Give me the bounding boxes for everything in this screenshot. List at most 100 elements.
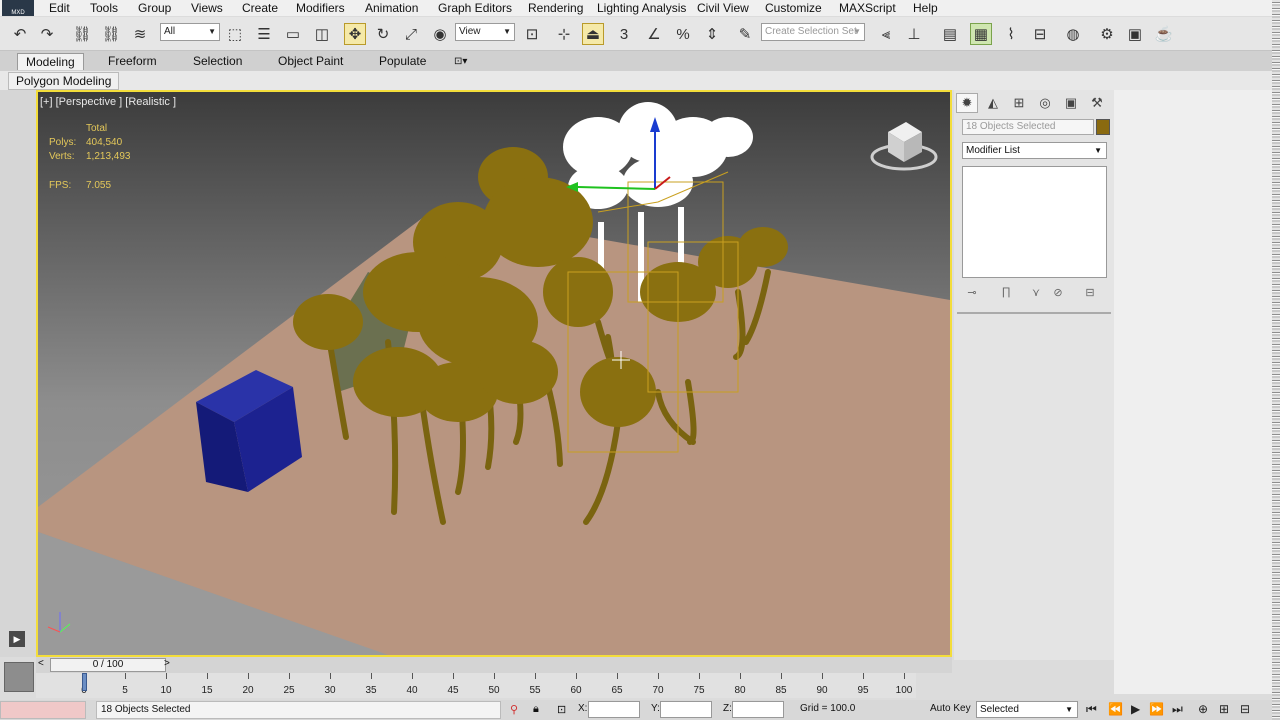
x-coordinate-field[interactable] bbox=[588, 701, 640, 718]
select-by-name-icon[interactable]: ☰ bbox=[253, 23, 275, 45]
object-name-field[interactable]: 18 Objects Selected bbox=[962, 119, 1094, 135]
selection-lock-icon[interactable]: 🔒︎ bbox=[533, 703, 539, 716]
select-and-scale-icon[interactable]: ⤢ bbox=[400, 23, 422, 45]
go-to-end-icon[interactable]: ⏭ bbox=[1172, 702, 1183, 717]
edit-named-selection-icon[interactable]: ✎ bbox=[734, 23, 756, 45]
track-bar[interactable]: 0510152025303540455055606570758085909510… bbox=[36, 673, 916, 698]
menu-edit[interactable]: Edit bbox=[49, 1, 70, 15]
maxscript-listener[interactable] bbox=[0, 701, 86, 719]
remove-modifier-icon[interactable]: ⊘ bbox=[1050, 284, 1066, 300]
select-object-icon[interactable]: ⬚ bbox=[224, 23, 246, 45]
motion-tab-icon[interactable]: ◎ bbox=[1034, 93, 1056, 113]
time-slider-next-icon[interactable]: > bbox=[164, 658, 170, 669]
percent-snap-icon[interactable]: % bbox=[672, 23, 694, 45]
select-and-move-icon[interactable]: ✥ bbox=[344, 23, 366, 45]
go-to-start-icon[interactable]: ⏮ bbox=[1086, 702, 1097, 717]
menu-group[interactable]: Group bbox=[138, 1, 171, 15]
menu-maxscript[interactable]: MAXScript bbox=[839, 1, 896, 15]
menu-lighting-analysis[interactable]: Lighting Analysis bbox=[597, 1, 686, 15]
snaps-toggle-icon[interactable]: 3 bbox=[613, 23, 635, 45]
rectangular-selection-icon[interactable]: ▭ bbox=[282, 23, 304, 45]
zoom-extents-icon[interactable]: ⊟ bbox=[1240, 702, 1250, 716]
play-triangle-icon[interactable]: ▶ bbox=[9, 631, 25, 647]
mirror-icon[interactable]: ⫷ bbox=[875, 23, 897, 45]
tab-populate[interactable]: Populate bbox=[371, 53, 434, 70]
bind-space-warp-icon[interactable]: ≋ bbox=[129, 23, 151, 45]
display-tab-icon[interactable]: ▣ bbox=[1060, 93, 1082, 113]
ribbon-options-icon[interactable]: ⊡▾ bbox=[446, 53, 475, 70]
auto-key-button[interactable]: Auto Key bbox=[930, 703, 971, 714]
undo-icon[interactable]: ↶ bbox=[9, 23, 31, 45]
previous-frame-icon[interactable]: ⏪ bbox=[1108, 702, 1123, 716]
schematic-view-icon[interactable]: ⊟ bbox=[1029, 23, 1051, 45]
pin-stack-icon[interactable]: ⊸ bbox=[964, 284, 980, 300]
toggle-ribbon-icon[interactable]: ▦ bbox=[970, 23, 992, 45]
spinner-snap-icon[interactable]: ⇕ bbox=[701, 23, 723, 45]
polygon-modeling-panel[interactable]: Polygon Modeling bbox=[8, 72, 120, 90]
align-icon[interactable]: ⊥ bbox=[903, 23, 925, 45]
isolate-selection-icon[interactable]: ⚲ bbox=[510, 703, 518, 716]
time-cursor[interactable] bbox=[82, 673, 87, 691]
app-logo-icon[interactable]: MXD bbox=[2, 0, 34, 16]
material-editor-icon[interactable]: ◍ bbox=[1062, 23, 1084, 45]
modifier-list-dropdown[interactable]: Modifier List ▼ bbox=[962, 142, 1107, 159]
perspective-viewport[interactable]: [+] [Perspective ] [Realistic ] Total Po… bbox=[36, 90, 952, 657]
selection-filter-dropdown[interactable]: All ▼ bbox=[160, 23, 220, 41]
menu-tools[interactable]: Tools bbox=[90, 1, 118, 15]
unlink-icon[interactable]: ⛓ bbox=[100, 23, 122, 45]
viewport-label[interactable]: [+] [Perspective ] [Realistic ] bbox=[40, 96, 176, 108]
z-coordinate-field[interactable] bbox=[732, 701, 784, 718]
menu-modifiers[interactable]: Modifiers bbox=[296, 1, 345, 15]
reference-coordinate-dropdown[interactable]: View ▼ bbox=[455, 23, 515, 41]
window-crossing-icon[interactable]: ◫ bbox=[311, 23, 333, 45]
angle-snap-icon[interactable]: ∠ bbox=[643, 23, 665, 45]
layer-manager-icon[interactable]: ▤ bbox=[939, 23, 961, 45]
y-coordinate-field[interactable] bbox=[660, 701, 712, 718]
utilities-tab-icon[interactable]: ⚒ bbox=[1086, 93, 1108, 113]
modifier-stack[interactable] bbox=[962, 166, 1107, 278]
zoom-all-icon[interactable]: ⊞ bbox=[1219, 702, 1229, 716]
menu-rendering[interactable]: Rendering bbox=[528, 1, 583, 15]
menu-help[interactable]: Help bbox=[913, 1, 938, 15]
rendered-frame-window-icon[interactable]: ▣ bbox=[1124, 23, 1146, 45]
named-selection-set-dropdown[interactable]: Create Selection Set ▼ bbox=[761, 23, 865, 41]
viewport-thumbnail[interactable] bbox=[4, 662, 34, 692]
time-slider-thumb[interactable]: 0 / 100 bbox=[50, 658, 166, 672]
menu-create[interactable]: Create bbox=[242, 1, 278, 15]
key-filter-dropdown[interactable]: Selected ▼ bbox=[976, 701, 1078, 718]
tab-object-paint[interactable]: Object Paint bbox=[270, 53, 351, 70]
select-and-rotate-icon[interactable]: ↻ bbox=[372, 23, 394, 45]
show-end-result-icon[interactable]: ∏ bbox=[998, 284, 1014, 300]
tab-modeling[interactable]: Modeling bbox=[17, 53, 84, 70]
pivot-center-icon[interactable]: ⊡ bbox=[521, 23, 543, 45]
tab-freeform[interactable]: Freeform bbox=[100, 53, 165, 70]
time-slider-prev-icon[interactable]: < bbox=[38, 658, 44, 669]
create-tab-icon[interactable]: ✹ bbox=[956, 93, 978, 113]
keyboard-shortcut-override-icon[interactable]: ⏏ bbox=[582, 23, 604, 45]
modify-tab-icon[interactable]: ◭ bbox=[982, 93, 1004, 113]
render-setup-icon[interactable]: ⚙ bbox=[1096, 23, 1118, 45]
configure-modifier-sets-icon[interactable]: ⊟ bbox=[1082, 284, 1098, 300]
next-frame-icon[interactable]: ⏩ bbox=[1149, 702, 1164, 716]
menu-views[interactable]: Views bbox=[191, 1, 223, 15]
select-and-place-icon[interactable]: ◉ bbox=[429, 23, 451, 45]
render-production-icon[interactable]: ☕ bbox=[1153, 23, 1175, 45]
play-icon[interactable]: ▶ bbox=[1131, 702, 1140, 716]
absolute-mode-icon[interactable]: ⊡ bbox=[557, 703, 566, 716]
menu-animation[interactable]: Animation bbox=[365, 1, 418, 15]
polys-label: Polys: bbox=[49, 137, 77, 148]
menu-graph-editors[interactable]: Graph Editors bbox=[438, 1, 512, 15]
menu-customize[interactable]: Customize bbox=[765, 1, 822, 15]
object-color-swatch[interactable] bbox=[1096, 119, 1110, 135]
curve-editor-icon[interactable]: ⌇ bbox=[1000, 23, 1022, 45]
hierarchy-tab-icon[interactable]: ⊞ bbox=[1008, 93, 1030, 113]
view-cube-icon[interactable] bbox=[870, 122, 938, 171]
tab-selection[interactable]: Selection bbox=[185, 53, 250, 70]
zoom-icon[interactable]: ⊕ bbox=[1198, 702, 1208, 716]
select-manipulate-icon[interactable]: ⊹ bbox=[553, 23, 575, 45]
time-slider[interactable]: < 0 / 100 > bbox=[36, 657, 952, 673]
menu-civil-view[interactable]: Civil View bbox=[697, 1, 749, 15]
select-and-link-icon[interactable]: ⛓ bbox=[71, 23, 93, 45]
redo-icon[interactable]: ↷ bbox=[36, 23, 58, 45]
make-unique-icon[interactable]: ⋎ bbox=[1028, 284, 1044, 300]
